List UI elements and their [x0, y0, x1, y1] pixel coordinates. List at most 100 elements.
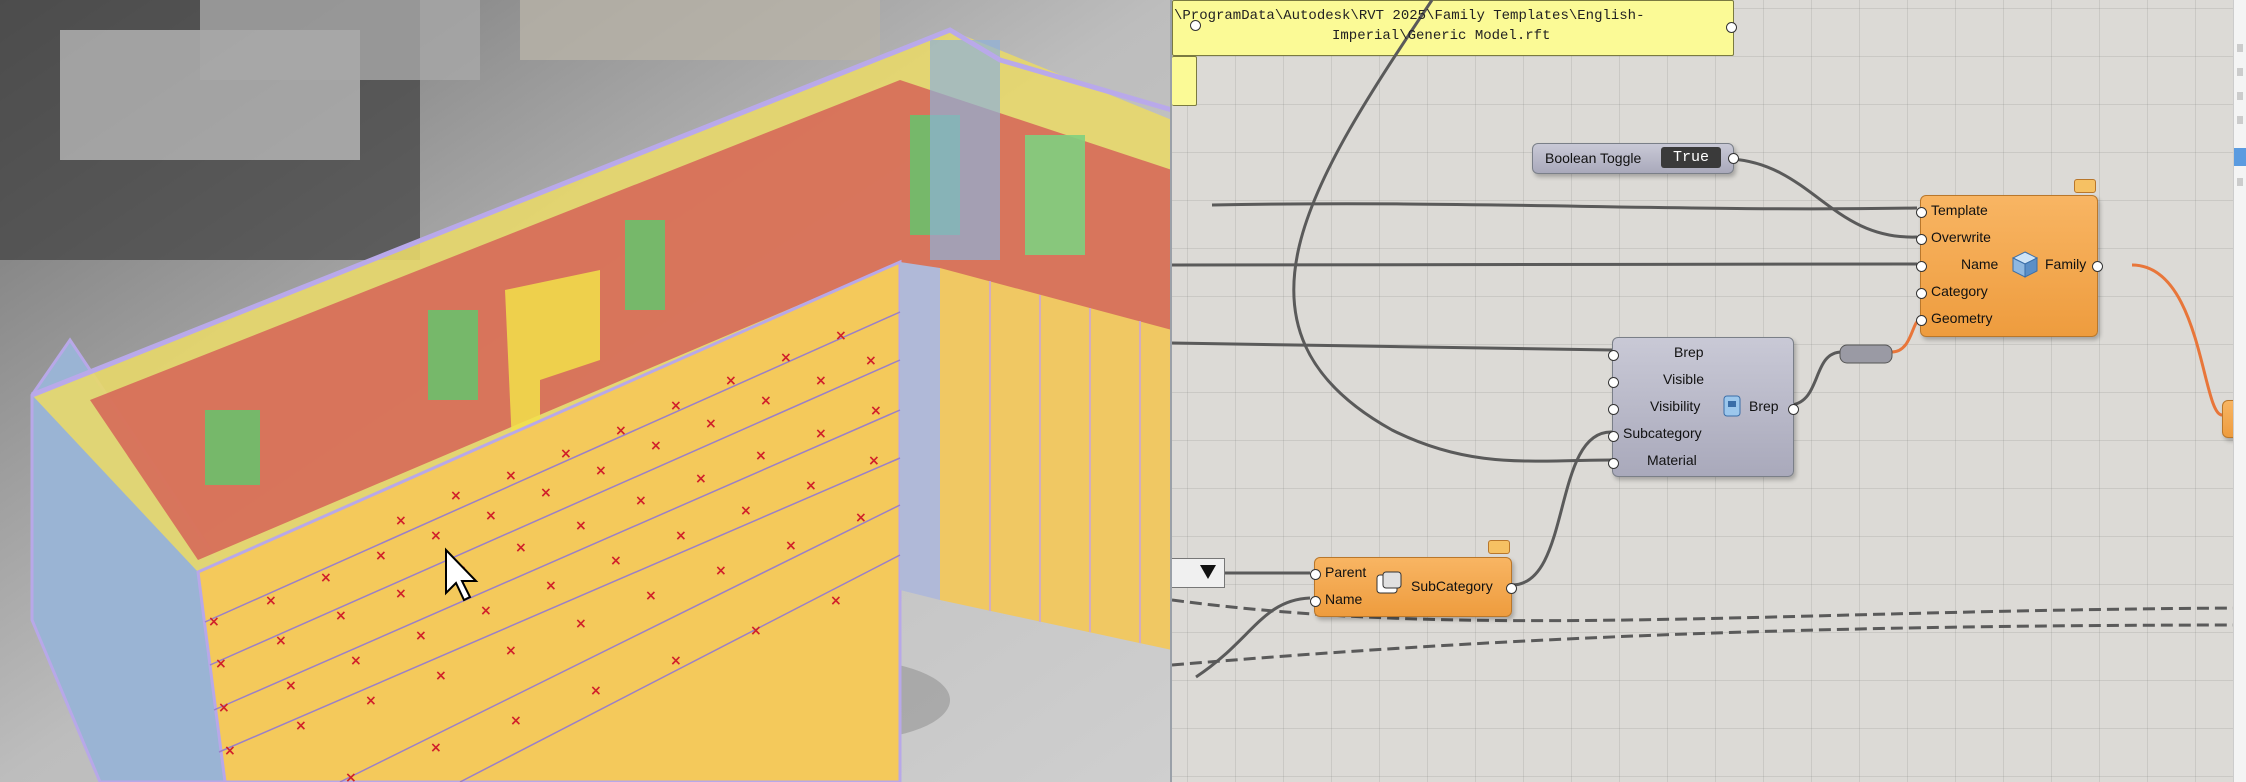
svg-text:×: × [485, 508, 497, 524]
svg-text:×: × [785, 538, 797, 554]
brep-input-subcategory: Subcategory [1623, 425, 1702, 441]
blue-shaft [930, 40, 1000, 260]
svg-text:×: × [435, 668, 447, 684]
family-category-grip[interactable] [1916, 288, 1927, 299]
dashed-wire-2[interactable] [1172, 623, 2246, 667]
family-geometry-grip[interactable] [1916, 315, 1927, 326]
svg-text:×: × [295, 718, 307, 734]
svg-text:×: × [725, 373, 737, 389]
subcategory-output-grip[interactable] [1506, 583, 1517, 594]
3d-viewport[interactable]: × × × × × × × × × × × × × × × × × × × × × × × × × × × × × × × × × × × × ×… [0, 0, 1172, 782]
svg-text:×: × [760, 393, 772, 409]
boolean-toggle-component[interactable]: Boolean Toggle True [1532, 143, 1739, 174]
family-input-overwrite: Overwrite [1931, 229, 1991, 245]
svg-text:×: × [750, 623, 762, 639]
subcategory-parent-grip[interactable] [1310, 569, 1321, 580]
svg-text:×: × [755, 448, 767, 464]
svg-text:×: × [830, 593, 842, 609]
wire-material[interactable] [1292, 0, 1613, 463]
template-path-line2: Imperial\Generic Model.rft [1332, 28, 1551, 44]
svg-text:×: × [670, 398, 682, 414]
svg-text:×: × [868, 453, 880, 469]
brep-brep-grip[interactable] [1608, 350, 1619, 361]
wire-to-family[interactable] [1891, 318, 1921, 354]
svg-text:×: × [430, 528, 442, 544]
chevron-down-icon[interactable] [1200, 565, 1216, 579]
brep-input-visibility: Visibility [1650, 398, 1701, 414]
brep-input-material: Material [1647, 452, 1697, 468]
svg-text:×: × [345, 770, 357, 782]
template-path-line1: \ProgramData\Autodesk\RVT 2025\Family Te… [1174, 8, 1645, 24]
boolean-toggle-label: Boolean Toggle [1545, 150, 1642, 166]
toggle-value-button[interactable]: True [1661, 147, 1721, 168]
family-template-grip[interactable] [1916, 207, 1927, 218]
wire-template[interactable] [1211, 202, 1918, 211]
wire-brep-out[interactable] [1791, 350, 1843, 407]
subcategory-output: SubCategory [1411, 578, 1493, 594]
svg-text:×: × [610, 553, 622, 569]
family-name-grip[interactable] [1916, 261, 1927, 272]
wire-family-out[interactable] [2131, 263, 2223, 417]
svg-text:×: × [670, 653, 682, 669]
family-preview-flag [2074, 179, 2096, 193]
svg-text:×: × [675, 528, 687, 544]
building-model-render[interactable]: × × × × × × × × × × × × × × × × × × × × × × × × × × × × × × × × × × × × ×… [0, 0, 1172, 782]
svg-text:×: × [350, 653, 362, 669]
svg-text:×: × [540, 485, 552, 501]
wire-subcategory[interactable] [1511, 430, 1613, 587]
brep-output-brep: Brep [1749, 398, 1779, 414]
name-panel-output-grip[interactable] [1190, 20, 1201, 31]
svg-text:×: × [335, 608, 347, 624]
panel-output-grip[interactable] [1726, 22, 1737, 33]
svg-text:×: × [560, 446, 572, 462]
svg-text:×: × [265, 593, 277, 609]
toggle-output-grip[interactable] [1728, 153, 1739, 164]
family-overwrite-grip[interactable] [1916, 234, 1927, 245]
strip-item [2237, 178, 2243, 186]
wire-overwrite[interactable] [1731, 157, 1918, 239]
svg-text:×: × [590, 683, 602, 699]
svg-text:×: × [480, 603, 492, 619]
node-editor-canvas[interactable]: Boolean Toggle True \ProgramData\Autodes… [1172, 0, 2246, 782]
corner-face [900, 262, 940, 600]
svg-text:×: × [855, 510, 867, 526]
svg-text:×: × [740, 503, 752, 519]
family-component[interactable]: Template Overwrite Name Family Category … [1916, 195, 2103, 337]
brep-material-grip[interactable] [1608, 458, 1619, 469]
strip-item [2237, 44, 2243, 52]
wire-name[interactable] [1172, 262, 1918, 267]
subcategory-icon [1376, 571, 1402, 594]
subcategory-preview-flag [1488, 540, 1510, 554]
subcategory-input-parent: Parent [1325, 564, 1367, 580]
family-input-category: Category [1931, 283, 1988, 299]
svg-text:×: × [870, 403, 882, 419]
brep-subcategory-grip[interactable] [1608, 431, 1619, 442]
roof-shape-3 [520, 0, 880, 60]
subcategory-component[interactable]: Parent Name SubCategory [1310, 557, 1517, 617]
subcategory-name-grip[interactable] [1310, 596, 1321, 607]
svg-text:×: × [615, 423, 627, 439]
svg-text:×: × [705, 416, 717, 432]
svg-text:×: × [835, 328, 847, 344]
svg-text:×: × [215, 656, 227, 672]
svg-text:×: × [815, 373, 827, 389]
svg-text:×: × [375, 548, 387, 564]
wire-relay[interactable] [1839, 344, 1893, 364]
svg-text:×: × [510, 713, 522, 729]
svg-text:×: × [218, 700, 230, 716]
brep-component[interactable]: Brep Visible Visibility Brep Subcategory… [1608, 337, 1799, 477]
svg-text:×: × [805, 478, 817, 494]
brep-output-grip[interactable] [1788, 404, 1799, 415]
svg-text:×: × [505, 643, 517, 659]
svg-text:×: × [595, 463, 607, 479]
brep-visible-grip[interactable] [1608, 377, 1619, 388]
svg-text:×: × [365, 693, 377, 709]
wire-brep[interactable] [1172, 341, 1613, 352]
brep-visibility-grip[interactable] [1608, 404, 1619, 415]
green-box-5 [1025, 135, 1085, 255]
value-list-dropdown[interactable] [1172, 558, 1225, 588]
svg-text:×: × [395, 586, 407, 602]
family-output-grip[interactable] [2092, 261, 2103, 272]
brep-input-visible: Visible [1663, 371, 1704, 387]
svg-text:×: × [224, 743, 236, 759]
